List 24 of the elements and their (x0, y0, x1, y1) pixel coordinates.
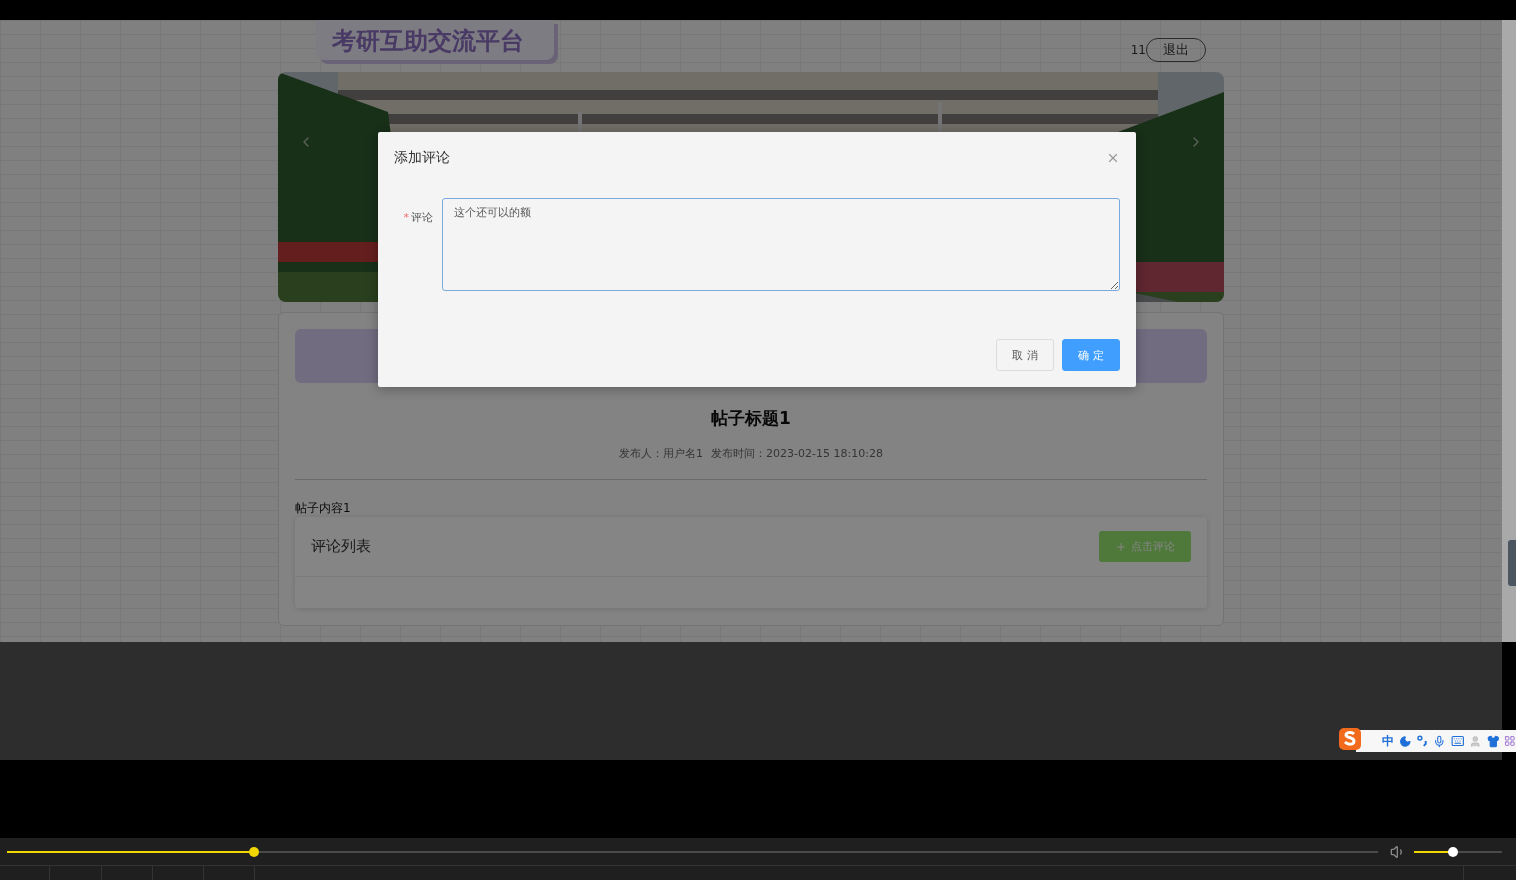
confirm-button[interactable]: 确 定 (1062, 339, 1120, 371)
shirt-icon[interactable] (1486, 734, 1500, 748)
post-author: 发布人：用户名1 (619, 446, 704, 461)
comment-field[interactable]: 这个还可以的额 (442, 198, 1120, 291)
dialog-title: 添加评论 (394, 149, 450, 167)
logo-icon[interactable] (1338, 727, 1362, 751)
microphone-icon[interactable] (1433, 734, 1446, 748)
comments-title: 评论列表 (311, 537, 371, 556)
post-time: 发布时间：2023-02-15 18:10:28 (711, 446, 883, 461)
input-mode[interactable]: 中 (1382, 732, 1394, 750)
punctuation-icon[interactable] (1416, 735, 1429, 747)
volume-handle[interactable] (1447, 846, 1458, 857)
grid-icon[interactable] (1504, 735, 1516, 747)
field-label: * 评论 (402, 210, 433, 226)
cancel-button[interactable]: 取 消 (996, 339, 1054, 371)
user-name: 11 (1130, 43, 1146, 57)
post-title: 帖子标题1 (710, 407, 792, 430)
post-content: 帖子内容1 (295, 500, 352, 517)
moon-icon[interactable] (1399, 734, 1412, 748)
scrollbar[interactable] (1502, 20, 1516, 642)
plus-icon (1115, 540, 1127, 553)
progress-handle[interactable] (248, 846, 259, 857)
keyboard-icon[interactable] (1450, 734, 1465, 748)
close-button[interactable] (1106, 151, 1120, 165)
